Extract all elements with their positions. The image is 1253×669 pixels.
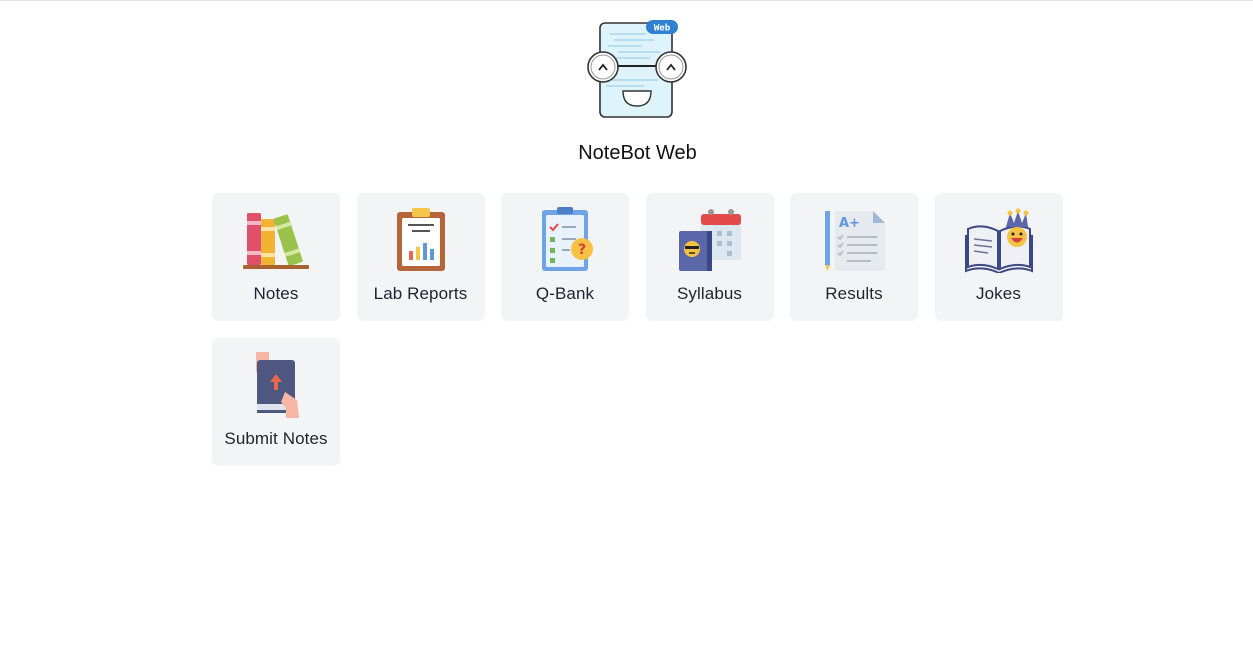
menu-card-notes[interactable]: Notes xyxy=(212,193,340,321)
question-checklist-icon: ? xyxy=(542,207,593,271)
menu-card-label: Results xyxy=(825,284,883,303)
menu-card-q-bank[interactable]: ? Q-Bank xyxy=(501,193,629,321)
svg-text:A+: A+ xyxy=(839,216,860,231)
jester-book-icon xyxy=(964,208,1033,273)
menu-card-submit-notes[interactable]: Submit Notes xyxy=(212,338,340,466)
books-icon xyxy=(243,213,309,269)
calendar-book-icon xyxy=(678,209,741,271)
menu-grid: Notes Lab Reports ? Q-Bank Syllabus A+ R… xyxy=(212,193,1112,466)
menu-card-results[interactable]: A+ Results xyxy=(790,193,918,321)
menu-card-label: Lab Reports xyxy=(373,284,468,303)
app-title: NoteBot Web xyxy=(578,142,697,164)
menu-card-label: Syllabus xyxy=(676,284,743,303)
notebot-logo-icon: Web xyxy=(587,20,687,118)
top-divider xyxy=(0,0,1253,1)
menu-card-label: Jokes xyxy=(976,284,1021,303)
grade-sheet-icon: A+ xyxy=(825,211,885,271)
hand-upload-book-icon xyxy=(256,352,299,418)
logo-badge-text: Web xyxy=(654,24,671,34)
menu-card-jokes[interactable]: Jokes xyxy=(934,193,1063,321)
menu-card-label: Submit Notes xyxy=(224,429,328,448)
menu-card-syllabus[interactable]: Syllabus xyxy=(645,193,774,321)
svg-text:?: ? xyxy=(578,242,586,258)
menu-card-label: Q-Bank xyxy=(535,284,595,303)
menu-card-label: Notes xyxy=(253,284,299,303)
clipboard-chart-icon xyxy=(396,208,445,271)
menu-card-lab-reports[interactable]: Lab Reports xyxy=(356,193,485,321)
